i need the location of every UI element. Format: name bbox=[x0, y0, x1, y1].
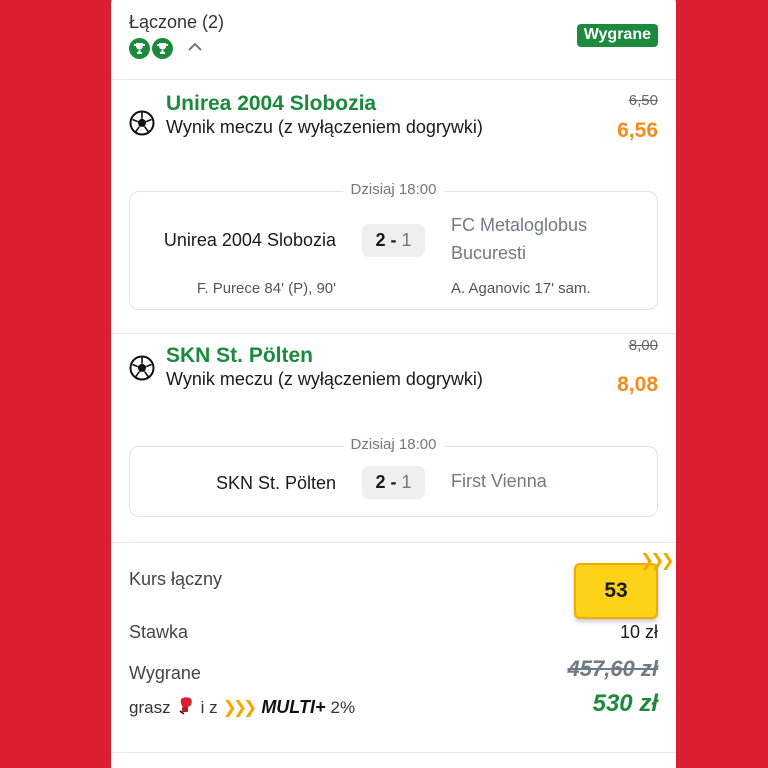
multi-chevrons-icon: ❯❯❯ bbox=[640, 551, 675, 570]
boxing-glove-icon bbox=[176, 695, 196, 720]
play-prefix: grasz bbox=[129, 697, 171, 717]
stake-value: 10 zł bbox=[619, 622, 658, 642]
play-middle: i z bbox=[200, 697, 218, 717]
market-name: Wynik meczu (z wyłączeniem dogrywki) bbox=[166, 369, 483, 389]
divider bbox=[111, 752, 676, 753]
away-score: 1 bbox=[401, 230, 412, 250]
win-label: Wygrane bbox=[129, 663, 201, 683]
soccer-ball-icon bbox=[129, 355, 155, 386]
match-date: Dzisiaj 18:00 bbox=[342, 181, 445, 198]
trophy-icon bbox=[129, 38, 150, 59]
bet-header: Łączone (2) Wygrane bbox=[111, 0, 676, 80]
multi-percent: 2% bbox=[330, 697, 356, 717]
away-team-line-1: FC Metaloglobus bbox=[451, 215, 588, 235]
away-team: First Vienna bbox=[451, 471, 547, 491]
away-scorers: A. Aganovic 17' sam. bbox=[451, 280, 591, 297]
selected-team-name[interactable]: Unirea 2004 Slobozia bbox=[166, 92, 376, 116]
bet-slip-card: Łączone (2) Wygrane Unirea 2004 Slobozia… bbox=[111, 0, 676, 768]
away-team-line-2: Bucuresti bbox=[451, 243, 527, 263]
stake-label: Stawka bbox=[129, 622, 189, 642]
match-date: Dzisiaj 18:00 bbox=[342, 436, 445, 453]
selected-team-name[interactable]: SKN St. Pölten bbox=[166, 344, 313, 368]
final-win-value: 530 zł bbox=[592, 690, 658, 717]
multi-logo: MULTI+ bbox=[261, 697, 326, 717]
new-odd: 6,56 bbox=[617, 119, 658, 142]
market-name: Wynik meczu (z wyłączeniem dogrywki) bbox=[166, 117, 483, 137]
trophy-row bbox=[129, 38, 203, 59]
score: 2 - 1 bbox=[362, 224, 425, 257]
chevron-up-icon[interactable] bbox=[187, 40, 203, 58]
score-separator: - bbox=[390, 230, 397, 250]
new-odd: 8,08 bbox=[617, 373, 658, 396]
home-team: SKN St. Pölten bbox=[215, 473, 336, 493]
bonus-info-row: grasz i z ❯❯❯ MULTI+ 2% bbox=[129, 695, 360, 720]
status-badge: Wygrane bbox=[576, 24, 658, 47]
away-team: FC Metaloglobus Bucuresti bbox=[451, 211, 587, 267]
home-team: Unirea 2004 Slobozia bbox=[163, 230, 336, 250]
match-result-box[interactable]: Dzisiaj 18:00 Unirea 2004 Slobozia 2 - 1… bbox=[129, 181, 658, 310]
soccer-ball-icon bbox=[129, 110, 155, 141]
total-odds-label: Kurs łączny bbox=[129, 569, 223, 589]
home-score: 2 bbox=[375, 472, 386, 492]
home-scorers: F. Purece 84' (P), 90' bbox=[196, 280, 336, 297]
old-odd: 8,00 bbox=[628, 337, 658, 354]
match-result-box[interactable]: Dzisiaj 18:00 SKN St. Pölten 2 - 1 First… bbox=[129, 436, 658, 517]
event-1: Unirea 2004 Slobozia Wynik meczu (z wyłą… bbox=[111, 80, 676, 334]
trophy-icon bbox=[152, 38, 173, 59]
bet-type-title: Łączone (2) bbox=[129, 12, 225, 32]
away-score: 1 bbox=[401, 472, 412, 492]
bet-summary: Kurs łączny 53 ❯❯❯ Stawka 10 zł Wygrane … bbox=[111, 543, 676, 753]
old-odd: 6,50 bbox=[628, 92, 658, 109]
event-2: SKN St. Pölten Wynik meczu (z wyłączenie… bbox=[111, 334, 676, 543]
win-before-bonus: 457,60 zł bbox=[567, 656, 658, 681]
total-odds-box: 53 bbox=[574, 563, 658, 619]
home-score: 2 bbox=[375, 230, 386, 250]
score-separator: - bbox=[390, 472, 397, 492]
multi-chevrons-icon: ❯❯❯ bbox=[222, 697, 258, 717]
score: 2 - 1 bbox=[362, 466, 425, 499]
